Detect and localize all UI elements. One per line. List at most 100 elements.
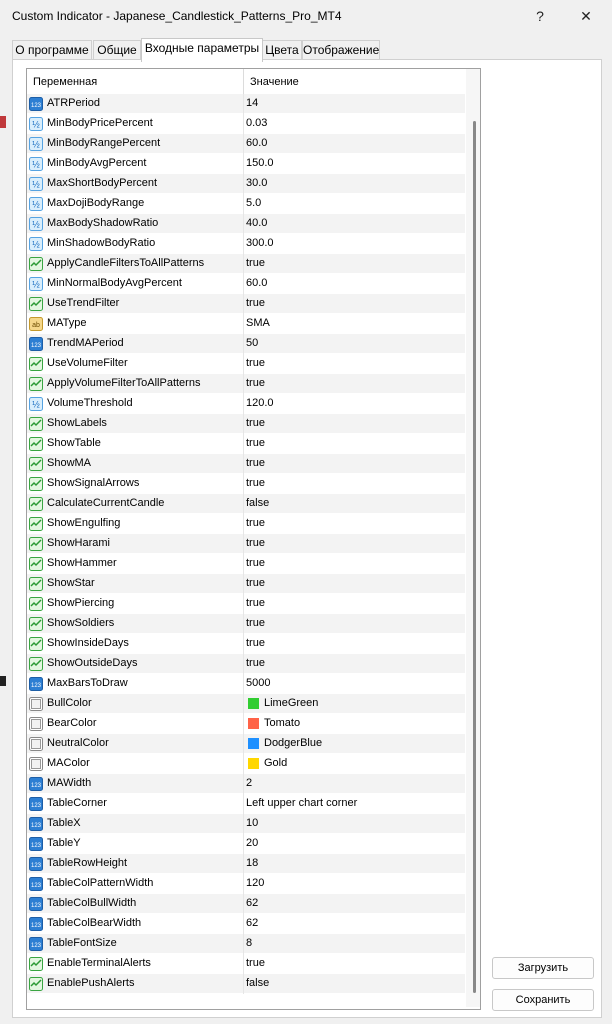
parameter-row[interactable]: ½ VolumeThreshold 120.0: [27, 394, 465, 414]
parameter-value[interactable]: 30.0: [246, 177, 267, 189]
parameter-value[interactable]: false: [246, 977, 269, 989]
parameter-row[interactable]: ½ MaxDojiBodyRange 5.0: [27, 194, 465, 214]
parameter-value[interactable]: 62: [246, 897, 258, 909]
parameter-row[interactable]: ShowInsideDays true: [27, 634, 465, 654]
parameter-value[interactable]: 60.0: [246, 137, 267, 149]
vertical-scrollbar[interactable]: [466, 69, 480, 1007]
parameter-value[interactable]: true: [246, 557, 265, 569]
parameter-value[interactable]: 5.0: [246, 197, 261, 209]
parameter-row[interactable]: ShowLabels true: [27, 414, 465, 434]
parameter-row[interactable]: 123 TableColBullWidth 62: [27, 894, 465, 914]
parameter-value[interactable]: LimeGreen: [264, 697, 318, 709]
tab-colors[interactable]: Цвета: [262, 40, 302, 60]
parameter-value[interactable]: DodgerBlue: [264, 737, 322, 749]
parameter-row[interactable]: ½ MaxShortBodyPercent 30.0: [27, 174, 465, 194]
save-button[interactable]: Сохранить: [492, 989, 594, 1011]
color-swatch[interactable]: [248, 698, 259, 709]
parameter-value[interactable]: 120: [246, 877, 264, 889]
color-swatch[interactable]: [248, 718, 259, 729]
parameter-value[interactable]: false: [246, 497, 269, 509]
parameter-row[interactable]: ShowPiercing true: [27, 594, 465, 614]
parameter-row[interactable]: EnableTerminalAlerts true: [27, 954, 465, 974]
parameter-value[interactable]: 5000: [246, 677, 270, 689]
parameter-value[interactable]: 20: [246, 837, 258, 849]
parameter-row[interactable]: UseTrendFilter true: [27, 294, 465, 314]
parameter-value[interactable]: true: [246, 377, 265, 389]
parameter-value[interactable]: true: [246, 257, 265, 269]
scrollbar-thumb[interactable]: [473, 121, 476, 993]
parameter-row[interactable]: BearColor Tomato: [27, 714, 465, 734]
parameter-value[interactable]: Tomato: [264, 717, 300, 729]
parameter-row[interactable]: ab MAType SMA: [27, 314, 465, 334]
parameter-row[interactable]: ShowTable true: [27, 434, 465, 454]
parameter-row[interactable]: ½ MinShadowBodyRatio 300.0: [27, 234, 465, 254]
parameter-row[interactable]: ShowSoldiers true: [27, 614, 465, 634]
parameter-row[interactable]: 123 TableRowHeight 18: [27, 854, 465, 874]
parameter-row[interactable]: 123 ATRPeriod 14: [27, 94, 465, 114]
parameter-value[interactable]: 40.0: [246, 217, 267, 229]
parameter-value[interactable]: Gold: [264, 757, 287, 769]
parameter-row[interactable]: ShowHammer true: [27, 554, 465, 574]
parameter-value[interactable]: true: [246, 617, 265, 629]
parameter-row[interactable]: ShowOutsideDays true: [27, 654, 465, 674]
parameter-row[interactable]: MAColor Gold: [27, 754, 465, 774]
parameter-value[interactable]: 62: [246, 917, 258, 929]
parameter-row[interactable]: ½ MinBodyPricePercent 0.03: [27, 114, 465, 134]
parameter-row[interactable]: ApplyCandleFiltersToAllPatterns true: [27, 254, 465, 274]
parameter-value[interactable]: true: [246, 417, 265, 429]
parameter-row[interactable]: ApplyVolumeFilterToAllPatterns true: [27, 374, 465, 394]
parameter-row[interactable]: 123 MAWidth 2: [27, 774, 465, 794]
parameter-row[interactable]: NeutralColor DodgerBlue: [27, 734, 465, 754]
parameter-row[interactable]: 123 MaxBarsToDraw 5000: [27, 674, 465, 694]
parameter-row[interactable]: 123 TableFontSize 8: [27, 934, 465, 954]
parameter-value[interactable]: true: [246, 637, 265, 649]
parameter-row[interactable]: 123 TableX 10: [27, 814, 465, 834]
parameter-row[interactable]: ShowStar true: [27, 574, 465, 594]
parameter-value[interactable]: 120.0: [246, 397, 274, 409]
parameter-value[interactable]: 150.0: [246, 157, 274, 169]
help-button[interactable]: ?: [526, 4, 554, 28]
parameter-value[interactable]: 2: [246, 777, 252, 789]
parameter-value[interactable]: 60.0: [246, 277, 267, 289]
parameter-row[interactable]: ½ MinBodyAvgPercent 150.0: [27, 154, 465, 174]
parameter-row[interactable]: ½ MinNormalBodyAvgPercent 60.0: [27, 274, 465, 294]
parameter-row[interactable]: EnablePushAlerts false: [27, 974, 465, 994]
parameter-value[interactable]: Left upper chart corner: [246, 797, 357, 809]
parameter-row[interactable]: 123 TableColPatternWidth 120: [27, 874, 465, 894]
parameter-row[interactable]: ShowHarami true: [27, 534, 465, 554]
parameter-value[interactable]: true: [246, 537, 265, 549]
parameter-row[interactable]: 123 TrendMAPeriod 50: [27, 334, 465, 354]
parameter-row[interactable]: CalculateCurrentCandle false: [27, 494, 465, 514]
parameter-row[interactable]: ShowMA true: [27, 454, 465, 474]
parameter-row[interactable]: ShowSignalArrows true: [27, 474, 465, 494]
parameter-value[interactable]: true: [246, 437, 265, 449]
parameter-value[interactable]: true: [246, 597, 265, 609]
parameter-row[interactable]: 123 TableColBearWidth 62: [27, 914, 465, 934]
tab-display[interactable]: Отображение: [302, 40, 380, 60]
parameter-row[interactable]: ½ MaxBodyShadowRatio 40.0: [27, 214, 465, 234]
load-button[interactable]: Загрузить: [492, 957, 594, 979]
parameter-value[interactable]: 18: [246, 857, 258, 869]
parameter-value[interactable]: 300.0: [246, 237, 274, 249]
parameter-value[interactable]: true: [246, 577, 265, 589]
parameter-value[interactable]: 8: [246, 937, 252, 949]
parameter-row[interactable]: BullColor LimeGreen: [27, 694, 465, 714]
parameter-value[interactable]: true: [246, 457, 265, 469]
parameter-value[interactable]: true: [246, 297, 265, 309]
parameter-value[interactable]: true: [246, 657, 265, 669]
tab-input-parameters[interactable]: Входные параметры: [141, 38, 263, 62]
parameter-value[interactable]: 0.03: [246, 117, 267, 129]
tab-about[interactable]: О программе: [12, 40, 92, 60]
parameter-value[interactable]: 10: [246, 817, 258, 829]
parameter-value[interactable]: true: [246, 357, 265, 369]
parameter-row[interactable]: ShowEngulfing true: [27, 514, 465, 534]
color-swatch[interactable]: [248, 738, 259, 749]
column-separator[interactable]: [243, 69, 244, 95]
parameter-value[interactable]: true: [246, 517, 265, 529]
parameter-value[interactable]: 14: [246, 97, 258, 109]
column-header-variable[interactable]: Переменная: [33, 76, 97, 88]
parameter-row[interactable]: UseVolumeFilter true: [27, 354, 465, 374]
parameter-row[interactable]: 123 TableY 20: [27, 834, 465, 854]
tab-common[interactable]: Общие: [93, 40, 141, 60]
column-header-value[interactable]: Значение: [250, 76, 299, 88]
